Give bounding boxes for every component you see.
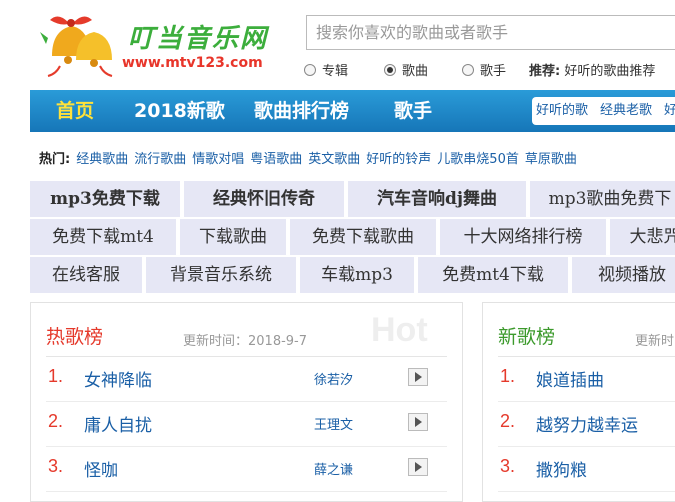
hot-link[interactable]: 粤语歌曲 [250, 152, 302, 167]
nav-charts[interactable]: 歌曲排行榜 [254, 90, 349, 132]
hot-watermark: Hot [371, 311, 428, 349]
tag-link[interactable]: 背景音乐系统 [146, 257, 296, 293]
update-time: 更新时 [635, 334, 675, 349]
song-artist[interactable]: 薛之谦 [314, 459, 353, 478]
search-box [306, 15, 675, 50]
song-title[interactable]: 娘道插曲 [536, 366, 604, 391]
song-row: 2. 越努力越幸运 [498, 402, 675, 447]
radio-song[interactable]: 歌曲 [384, 60, 428, 79]
hot-link[interactable]: 英文歌曲 [308, 152, 360, 167]
tag-link[interactable]: 大悲咒 [610, 219, 675, 255]
rank-number: 2. [48, 411, 64, 431]
recommend-link[interactable]: 好听的歌曲推荐 [564, 64, 655, 79]
song-row: 2. 庸人自扰 王理文 [46, 402, 447, 447]
new-chart-panel: 新歌榜 更新时 1. 娘道插曲 2. 越努力越幸运 3. 撒狗粮 [482, 302, 675, 502]
tag-link[interactable]: 经典怀旧传奇 [184, 181, 344, 217]
tag-link[interactable]: 在线客服 [30, 257, 142, 293]
song-title[interactable]: 撒狗粮 [536, 456, 587, 481]
radio-album[interactable]: 专辑 [304, 60, 348, 79]
play-icon[interactable] [408, 458, 428, 476]
tag-link[interactable]: 车载mp3 [300, 257, 414, 293]
song-title[interactable]: 越努力越幸运 [536, 411, 638, 436]
song-title[interactable]: 女神降临 [84, 366, 152, 391]
recommend-label: 推荐: [529, 64, 561, 79]
tag-link[interactable]: 免费下载mt4 [30, 219, 176, 255]
panel-title[interactable]: 新歌榜 [498, 322, 555, 349]
song-row: 1. 娘道插曲 [498, 357, 675, 402]
song-title[interactable]: 庸人自扰 [84, 411, 152, 436]
song-artist[interactable]: 徐若汐 [314, 369, 353, 388]
site-logo[interactable]: 叮当音乐网 www.mtv123.com [38, 8, 278, 80]
hot-link[interactable]: 经典歌曲 [76, 152, 128, 167]
nav-home[interactable]: 首页 [56, 90, 94, 132]
hot-chart-panel: 热歌榜 更新时间：2018-9-7 Hot 1. 女神降临 徐若汐 2. 庸人自… [30, 302, 463, 502]
panel-title[interactable]: 热歌榜 [46, 322, 103, 349]
bells-icon [40, 16, 113, 77]
nav-quick-links: 好听的歌 经典老歌好 [532, 97, 675, 125]
nav-new-songs[interactable]: 2018新歌 [134, 90, 225, 132]
radio-dot[interactable] [304, 63, 316, 76]
hot-link[interactable]: 儿歌串烧50首 [437, 152, 519, 167]
tag-link[interactable]: 免费mt4下载 [418, 257, 568, 293]
quick-link[interactable]: 好 [664, 103, 675, 118]
hot-link[interactable]: 草原歌曲 [525, 152, 577, 167]
radio-label: 歌曲 [402, 64, 429, 79]
quick-link[interactable]: 经典老歌 [600, 103, 652, 118]
tag-link[interactable]: 十大网络排行榜 [440, 219, 606, 255]
rank-number: 3. [500, 456, 516, 476]
tag-link[interactable]: 汽车音响dj舞曲 [348, 181, 526, 217]
tag-link[interactable]: mp3免费下载 [30, 181, 180, 217]
radio-label: 歌手 [480, 64, 507, 79]
hot-link[interactable]: 好听的铃声 [366, 152, 431, 167]
tag-link[interactable]: 视频播放 [572, 257, 675, 293]
play-icon[interactable] [408, 368, 428, 386]
hot-link[interactable]: 流行歌曲 [134, 152, 186, 167]
song-title[interactable]: 怪咖 [84, 456, 118, 481]
radio-label: 专辑 [322, 64, 349, 79]
radio-dot-selected[interactable] [384, 63, 396, 76]
hot-label: 热门: [39, 152, 71, 167]
song-artist[interactable]: 王理文 [314, 414, 353, 433]
radio-singer[interactable]: 歌手 [462, 60, 506, 79]
play-icon[interactable] [408, 413, 428, 431]
logo-url: www.mtv123.com [122, 55, 263, 71]
nav-singers[interactable]: 歌手 [394, 90, 432, 132]
rank-number: 2. [500, 411, 516, 431]
song-row: 1. 女神降临 徐若汐 [46, 357, 447, 402]
hot-link[interactable]: 情歌对唱 [192, 152, 244, 167]
quick-link[interactable]: 好听的歌 [536, 103, 588, 118]
recommend: 推荐: 好听的歌曲推荐 [529, 60, 655, 79]
tag-link[interactable]: 免费下载歌曲 [290, 219, 436, 255]
radio-dot[interactable] [462, 63, 474, 76]
rank-number: 3. [48, 456, 64, 476]
tag-link[interactable]: mp3歌曲免费下 [530, 181, 675, 217]
search-input[interactable] [307, 16, 675, 49]
song-row: 3. 撒狗粮 [498, 447, 675, 492]
rank-number: 1. [48, 366, 64, 386]
hot-tags: 热门: 经典歌曲 流行歌曲 情歌对唱 粤语歌曲 英文歌曲 好听的铃声 儿歌串烧50首 草原歌曲 [39, 148, 577, 167]
update-time: 更新时间：2018-9-7 [183, 334, 308, 349]
main-nav: 首页 2018新歌 歌曲排行榜 歌手 好听的歌 经典老歌好 [30, 90, 675, 132]
rank-number: 1. [500, 366, 516, 386]
song-row: 3. 怪咖 薛之谦 [46, 447, 447, 492]
logo-title: 叮当音乐网 [128, 24, 269, 54]
tag-link[interactable]: 下载歌曲 [180, 219, 286, 255]
